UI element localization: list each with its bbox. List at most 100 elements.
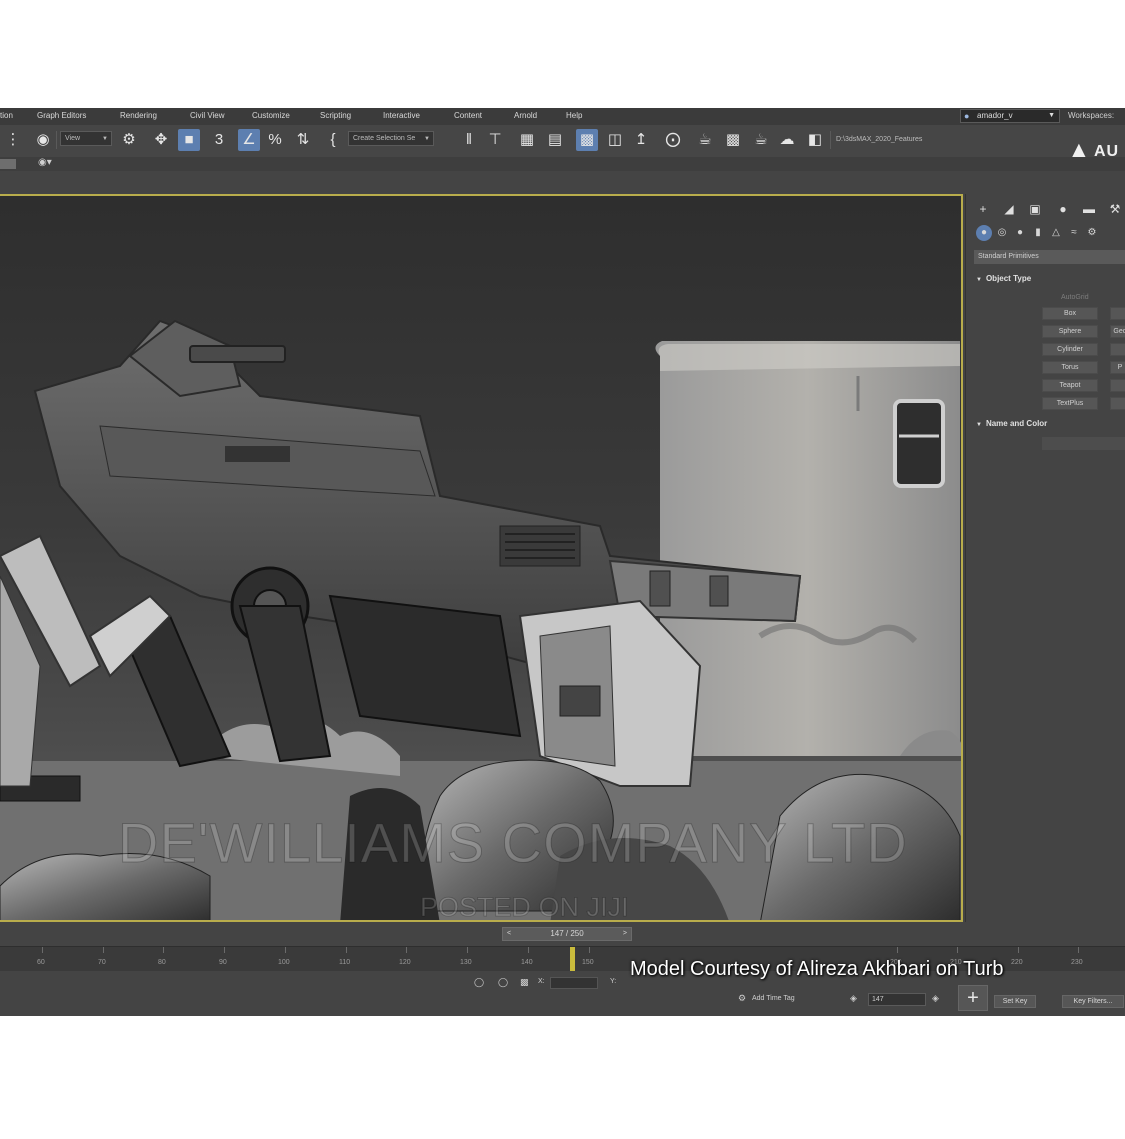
hedra-button[interactable] [1110,397,1125,410]
select-link-icon[interactable]: ⋮ [2,129,24,151]
hierarchy-panel-icon[interactable]: ▣ [1026,200,1044,218]
rendered-frame-window-icon[interactable]: ▩ [722,129,744,151]
space-warps-icon[interactable]: ≈ [1066,225,1082,241]
a360-gallery-icon[interactable]: ◧ [804,129,826,151]
key-mode-icon[interactable]: ◈ [932,993,939,1004]
collapse-arrow-icon: ▼ [976,277,982,283]
ruler-label: 140 [521,959,533,966]
render-setup-icon[interactable]: ☕ [694,129,716,151]
lights-icon[interactable]: ● [1012,225,1028,241]
time-tag-icon: ⚙ [738,993,747,1003]
cone-button[interactable] [1110,307,1125,320]
render-production-icon[interactable]: ☕ [750,129,772,151]
object-name-field[interactable] [1042,437,1125,450]
modify-panel-icon[interactable]: ◢ [1000,200,1018,218]
named-selection-set-dropdown[interactable]: Create Selection Se ▼ [348,131,434,146]
menu-item-rendering[interactable]: Rendering [120,111,157,120]
mirror-icon[interactable]: ‖ [458,129,480,151]
sphere-button[interactable]: Sphere [1042,325,1098,338]
display-panel-icon[interactable]: ▬ [1080,200,1098,218]
transform-type-in-icon[interactable]: ▩ [520,977,529,988]
ruler-label: 130 [460,959,472,966]
next-frame-icon[interactable]: > [623,928,627,940]
previous-frame-icon[interactable]: < [507,928,511,940]
percent-snap-icon[interactable]: % [264,129,286,151]
utilities-panel-icon[interactable]: ⚒ [1106,200,1124,218]
toggle-layer-explorer-icon[interactable]: ▤ [544,129,566,151]
snaps-toggle-icon[interactable]: 3 [208,129,230,151]
geometry-icon[interactable]: ● [976,225,992,241]
material-editor-icon[interactable]: ⨀ [662,129,684,151]
shapes-icon[interactable]: ◎ [994,225,1010,241]
tube-button[interactable] [1110,343,1125,356]
menu-item-customize[interactable]: Customize [252,111,290,120]
use-pivot-center-icon[interactable]: ⚙ [118,129,140,151]
ribbon-tab-stub[interactable] [0,159,16,169]
menu-item-content[interactable]: Content [454,111,482,120]
systems-icon[interactable]: ⚙ [1084,225,1100,241]
user-account-dropdown[interactable]: ● amador_v ▼ [960,109,1060,123]
menu-item-arnold[interactable]: Arnold [514,111,537,120]
project-folder-path[interactable]: D:\3dsMAX_2020_Features [836,133,976,147]
set-key-button[interactable]: Set Key [994,995,1036,1008]
plane-button[interactable] [1110,379,1125,392]
angle-snap-icon[interactable]: ∠ [238,129,260,151]
menu-item-animation[interactable]: tion [0,111,13,120]
x-coordinate-label: X: [538,978,545,985]
edit-named-selections-icon[interactable]: { [322,129,344,151]
cylinder-button[interactable]: Cylinder [1042,343,1098,356]
render-in-cloud-icon[interactable]: ☁ [776,129,798,151]
motion-panel-icon[interactable]: ● [1054,200,1072,218]
curve-editor-icon[interactable]: ◫ [604,129,626,151]
collapse-arrow-icon: ▼ [976,422,982,428]
spinner-snap-icon[interactable]: ⇅ [292,129,314,151]
secondary-toolbar: ◉▾ [0,157,1125,171]
menu-item-graph-editors[interactable]: Graph Editors [37,111,86,120]
box-button[interactable]: Box [1042,307,1098,320]
key-filters-button[interactable]: Key Filters... [1062,995,1124,1008]
ruler-label: 90 [219,959,227,966]
time-slider-bar: < 147 / 250 > [0,924,963,944]
object-category-dropdown[interactable]: Standard Primitives [974,250,1125,264]
ruler-label: 230 [1071,959,1083,966]
set-keys-button[interactable]: + [958,985,988,1011]
ruler-label: 150 [582,959,594,966]
toggle-scene-explorer-icon[interactable]: ▦ [516,129,538,151]
create-panel-icon[interactable]: + [974,200,992,218]
user-name: amador_v [977,111,1013,120]
chevron-down-icon: ▼ [1048,112,1055,119]
bind-space-warp-icon[interactable]: ◉ [32,129,54,151]
toggle-ribbon-icon[interactable]: ▩ [576,129,598,151]
name-and-color-rollout[interactable]: ▼ Name and Color [976,419,1047,428]
autogrid-checkbox[interactable]: AutoGrid [1061,294,1089,301]
reference-coordinate-dropdown[interactable]: View ▼ [60,131,112,146]
auto-key-icon[interactable]: ◈ [850,993,857,1004]
current-frame-field[interactable]: 147 [868,993,926,1006]
helpers-icon[interactable]: △ [1048,225,1064,241]
menu-item-help[interactable]: Help [566,111,582,120]
cameras-icon[interactable]: ▮ [1030,225,1046,241]
menu-item-civil-view[interactable]: Civil View [190,111,225,120]
schematic-view-icon[interactable]: ↥ [630,129,652,151]
ruler-label: 70 [98,959,106,966]
add-time-tag-button[interactable]: Add Time Tag [752,995,795,1002]
menu-item-scripting[interactable]: Scripting [320,111,351,120]
x-coordinate-field[interactable] [550,977,598,989]
torus-button[interactable]: Torus [1042,361,1098,374]
ruler-label: 80 [158,959,166,966]
teapot-button[interactable]: Teapot [1042,379,1098,392]
playhead-marker[interactable] [570,947,575,971]
time-slider[interactable]: < 147 / 250 > [502,927,632,941]
geosphere-button[interactable]: Geo [1110,325,1125,338]
lock-selection-icon[interactable]: ◯ [474,977,484,988]
align-icon[interactable]: ⊤ [484,129,506,151]
menu-item-interactive[interactable]: Interactive [383,111,420,120]
pyramid-button[interactable]: P [1110,361,1125,374]
select-object-icon[interactable]: ■ [178,129,200,151]
textplus-button[interactable]: TextPlus [1042,397,1098,410]
object-type-rollout[interactable]: ▼ Object Type [976,274,1031,283]
move-icon[interactable]: ✥ [150,129,172,151]
viewport-visibility-icon[interactable]: ◉▾ [38,157,52,168]
isolate-icon[interactable]: ◯ [498,977,508,988]
ruler-label: 220 [1011,959,1023,966]
